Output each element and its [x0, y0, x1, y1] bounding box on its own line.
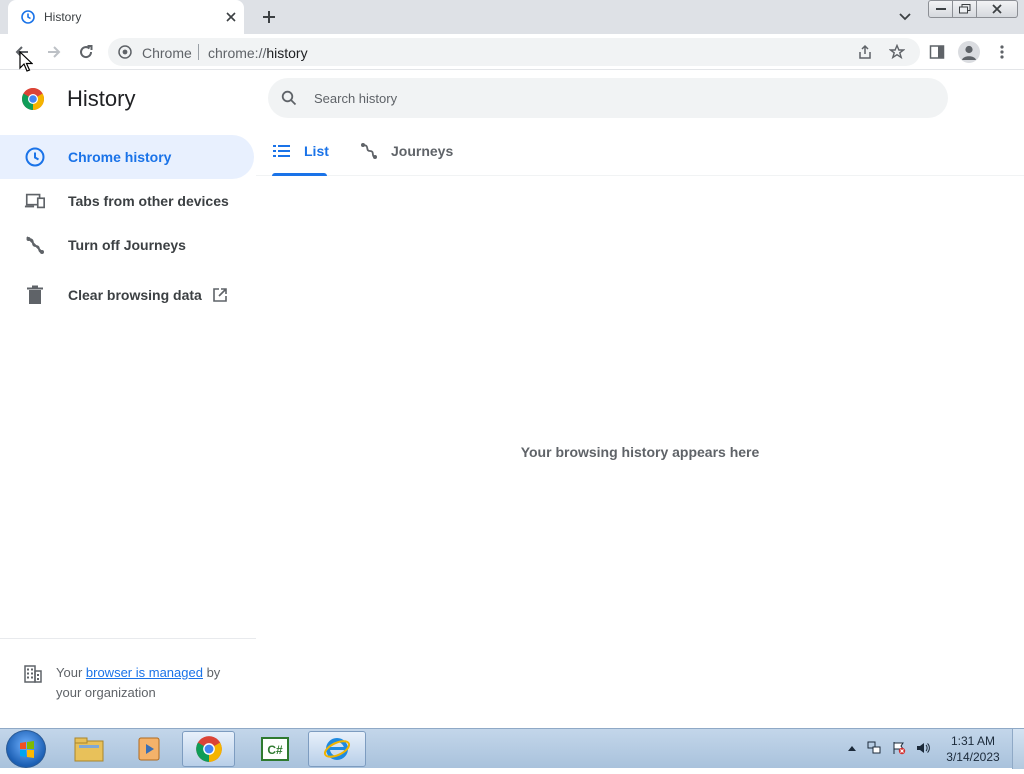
csharp-icon: C#: [261, 737, 289, 761]
page-title: History: [67, 86, 136, 111]
windows-taskbar: C# 1:31 AM 3/14/2023: [0, 728, 1024, 769]
search-input[interactable]: [314, 78, 914, 118]
tab-list[interactable]: List: [272, 125, 329, 176]
side-panel-icon[interactable]: [926, 41, 948, 63]
history-page: History Chrome history Tabs from other d…: [0, 71, 1024, 728]
chevron-down-icon[interactable]: [896, 8, 914, 26]
sidebar-item-chrome-history[interactable]: Chrome history: [0, 135, 254, 179]
sidebar: Chrome history Tabs from other devices T…: [0, 135, 256, 317]
start-button[interactable]: [6, 730, 46, 768]
omnibox-divider: [198, 44, 199, 60]
history-icon: [21, 10, 35, 24]
managed-prefix: Your: [56, 665, 86, 680]
new-tab-button[interactable]: [259, 7, 279, 27]
profile-avatar[interactable]: [958, 41, 980, 63]
sidebar-item-label: Chrome history: [68, 149, 172, 165]
bookmark-star-icon[interactable]: [888, 43, 906, 61]
windows-logo-icon: [20, 741, 34, 758]
tab-journeys[interactable]: Journeys: [359, 125, 453, 176]
search-history-box[interactable]: [268, 78, 948, 118]
browser-toolbar: Chrome chrome://history: [0, 34, 1024, 70]
url-scheme: chrome://: [208, 45, 267, 61]
restore-window-button[interactable]: [952, 0, 977, 18]
svg-text:C#: C#: [267, 743, 283, 757]
tab-label: List: [304, 142, 329, 159]
devices-icon: [24, 190, 46, 212]
internet-explorer-icon: [323, 738, 351, 760]
taskbar-internet-explorer[interactable]: [308, 731, 366, 767]
taskbar-explorer[interactable]: [60, 731, 118, 767]
show-desktop-button[interactable]: [1012, 729, 1024, 769]
sidebar-item-clear-browsing-data[interactable]: Clear browsing data: [0, 273, 254, 317]
clock-time: 1:31 AM: [950, 734, 996, 748]
open-in-new-icon: [211, 286, 229, 304]
share-icon[interactable]: [856, 43, 874, 61]
sidebar-item-turn-off-journeys[interactable]: Turn off Journeys: [0, 223, 254, 267]
journeys-icon: [359, 141, 379, 161]
tab-title: History: [44, 10, 82, 24]
sidebar-item-label: Tabs from other devices: [68, 193, 229, 209]
url-host: history: [266, 45, 308, 61]
sidebar-item-label: Turn off Journeys: [68, 237, 186, 253]
history-view-tabs: List Journeys: [256, 125, 1024, 176]
tab-label: Journeys: [391, 142, 454, 159]
minimize-window-button[interactable]: [928, 0, 953, 18]
omnibox-chip: Chrome: [142, 45, 192, 61]
active-tab-indicator: [272, 173, 327, 176]
more-options-icon[interactable]: [991, 41, 1013, 63]
url-text[interactable]: chrome://history: [208, 45, 308, 61]
chrome-logo-icon: [22, 88, 44, 110]
managed-text: Your browser is managed by your organiza…: [56, 663, 246, 703]
taskbar-clock[interactable]: 1:31 AM 3/14/2023: [944, 733, 1002, 765]
reload-button[interactable]: [75, 41, 97, 63]
sidebar-item-label: Clear browsing data: [68, 287, 202, 303]
action-center-flag-icon[interactable]: [892, 741, 906, 755]
sidebar-item-other-devices[interactable]: Tabs from other devices: [0, 179, 254, 223]
close-window-button[interactable]: [976, 0, 1018, 18]
building-icon: [24, 665, 42, 683]
trash-icon: [24, 284, 46, 306]
clock-date: 3/14/2023: [946, 750, 1000, 764]
search-icon: [281, 90, 297, 106]
network-icon[interactable]: [867, 741, 881, 755]
show-hidden-icons-icon[interactable]: [845, 741, 859, 755]
taskbar-chrome[interactable]: [182, 731, 235, 767]
browser-managed-link[interactable]: browser is managed: [86, 665, 203, 680]
folder-icon: [74, 737, 104, 762]
mouse-cursor-icon: [19, 51, 33, 72]
browser-tab-history[interactable]: History: [8, 0, 244, 34]
chrome-icon: [195, 736, 222, 762]
journeys-off-icon: [24, 234, 46, 256]
chrome-icon: [118, 45, 132, 59]
forward-button[interactable]: [43, 41, 65, 63]
sidebar-divider: [0, 638, 256, 639]
tab-strip: History: [0, 0, 1024, 34]
taskbar-media-player[interactable]: [120, 731, 178, 767]
list-icon: [272, 141, 292, 161]
taskbar-csharp-app[interactable]: C#: [246, 731, 304, 767]
media-player-icon: [138, 737, 160, 761]
close-tab-icon[interactable]: [222, 8, 240, 26]
empty-history-message: Your browsing history appears here: [520, 444, 760, 460]
volume-icon[interactable]: [916, 741, 930, 755]
address-bar[interactable]: Chrome chrome://history: [108, 38, 920, 66]
clock-icon: [24, 146, 46, 168]
